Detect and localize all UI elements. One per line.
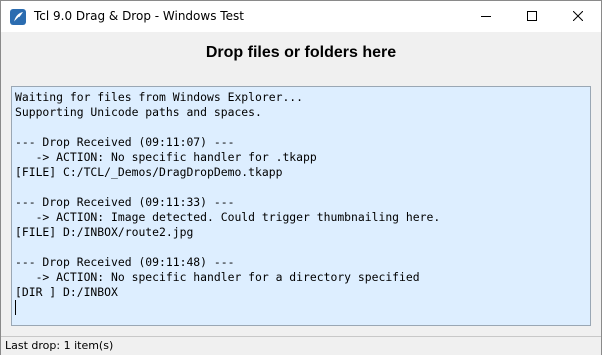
log-line: --- Drop Received (09:11:07) ---	[15, 135, 235, 149]
close-icon	[572, 8, 584, 26]
log-line: --- Drop Received (09:11:33) ---	[15, 195, 235, 209]
close-button[interactable]	[555, 1, 601, 32]
log-line: -> ACTION: No specific handler for a dir…	[15, 270, 420, 284]
log-line: Waiting for files from Windows Explorer.…	[15, 90, 304, 104]
log-line: -> ACTION: Image detected. Could trigger…	[15, 210, 441, 224]
drop-log-text-area[interactable]: Waiting for files from Windows Explorer.…	[11, 86, 591, 326]
log-line: [DIR ] D:/INBOX	[15, 285, 118, 299]
window-title: Tcl 9.0 Drag & Drop - Windows Test	[34, 9, 244, 23]
log-line: --- Drop Received (09:11:48) ---	[15, 255, 235, 269]
log-line: [FILE] D:/INBOX/route2.jpg	[15, 225, 194, 239]
maximize-icon	[527, 8, 537, 26]
tcl-feather-icon	[10, 9, 26, 25]
log-line: [FILE] C:/TCL/_Demos/DragDropDemo.tkapp	[15, 165, 283, 179]
app-window: Tcl 9.0 Drag & Drop - Windows Test Drop …	[0, 0, 602, 355]
maximize-button[interactable]	[509, 1, 555, 32]
title-bar[interactable]: Tcl 9.0 Drag & Drop - Windows Test	[1, 1, 601, 32]
status-bar: Last drop: 1 item(s)	[1, 336, 601, 355]
text-caret	[15, 300, 16, 315]
minimize-button[interactable]	[463, 1, 509, 32]
minimize-icon	[481, 8, 491, 26]
log-line: -> ACTION: No specific handler for .tkap…	[15, 150, 317, 164]
text-caret-line	[15, 300, 587, 315]
log-line: Supporting Unicode paths and spaces.	[15, 105, 262, 119]
drop-zone-heading: Drop files or folders here	[205, 44, 397, 61]
status-text: Last drop: 1 item(s)	[5, 339, 114, 352]
